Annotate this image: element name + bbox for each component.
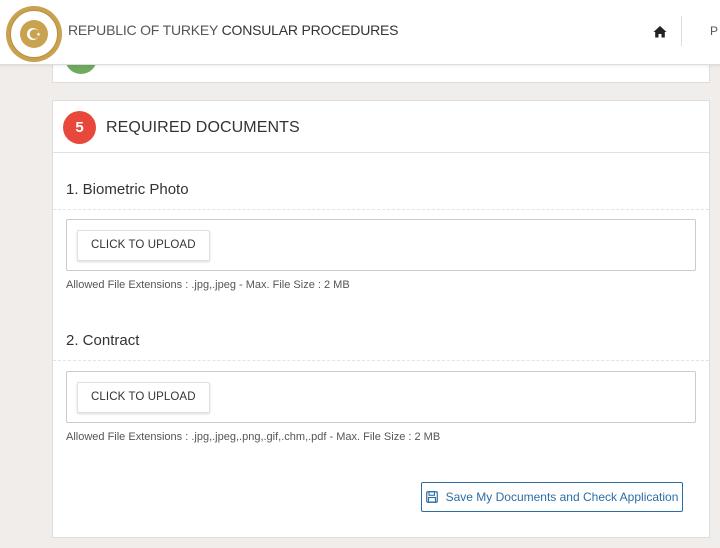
site-title-bold: CONSULAR PROCEDURES <box>221 22 399 38</box>
floppy-disk-icon <box>425 491 438 503</box>
dashed-divider <box>53 360 709 361</box>
dashed-divider <box>53 209 709 210</box>
section-divider <box>53 152 709 153</box>
top-header: REPUBLIC OF TURKEY CONSULAR PROCEDURES P <box>0 0 720 65</box>
state-seal-logo[interactable] <box>6 6 62 62</box>
upload-button-contract[interactable]: CLICK TO UPLOAD <box>77 382 210 413</box>
save-documents-button[interactable]: Save My Documents and Check Application <box>421 482 683 512</box>
document-title-biometric-photo: 1. Biometric Photo <box>66 181 189 198</box>
save-button-label: Save My Documents and Check Application <box>445 490 679 504</box>
nav-item-partial[interactable]: P <box>710 24 718 38</box>
document-title-contract: 2. Contract <box>66 332 140 349</box>
logo-ring <box>10 10 58 58</box>
site-title[interactable]: REPUBLIC OF TURKEY CONSULAR PROCEDURES <box>68 22 399 38</box>
file-hint-contract: Allowed File Extensions : .jpg,.jpeg,.pn… <box>66 431 441 443</box>
home-icon[interactable] <box>652 24 668 40</box>
header-divider <box>681 16 682 46</box>
required-documents-card: 5 REQUIRED DOCUMENTS 1. Biometric Photo … <box>52 100 710 538</box>
site-title-light: REPUBLIC OF TURKEY <box>68 22 218 38</box>
upload-button-biometric-photo[interactable]: CLICK TO UPLOAD <box>77 230 210 261</box>
section-title: REQUIRED DOCUMENTS <box>106 119 300 136</box>
crescent-star-icon <box>27 28 41 40</box>
file-hint-biometric-photo: Allowed File Extensions : .jpg,.jpeg - M… <box>66 279 350 291</box>
logo-center <box>20 20 48 48</box>
upload-area-contract[interactable]: CLICK TO UPLOAD <box>66 371 696 423</box>
step-badge: 5 <box>63 111 96 144</box>
upload-area-biometric-photo[interactable]: CLICK TO UPLOAD <box>66 219 696 271</box>
